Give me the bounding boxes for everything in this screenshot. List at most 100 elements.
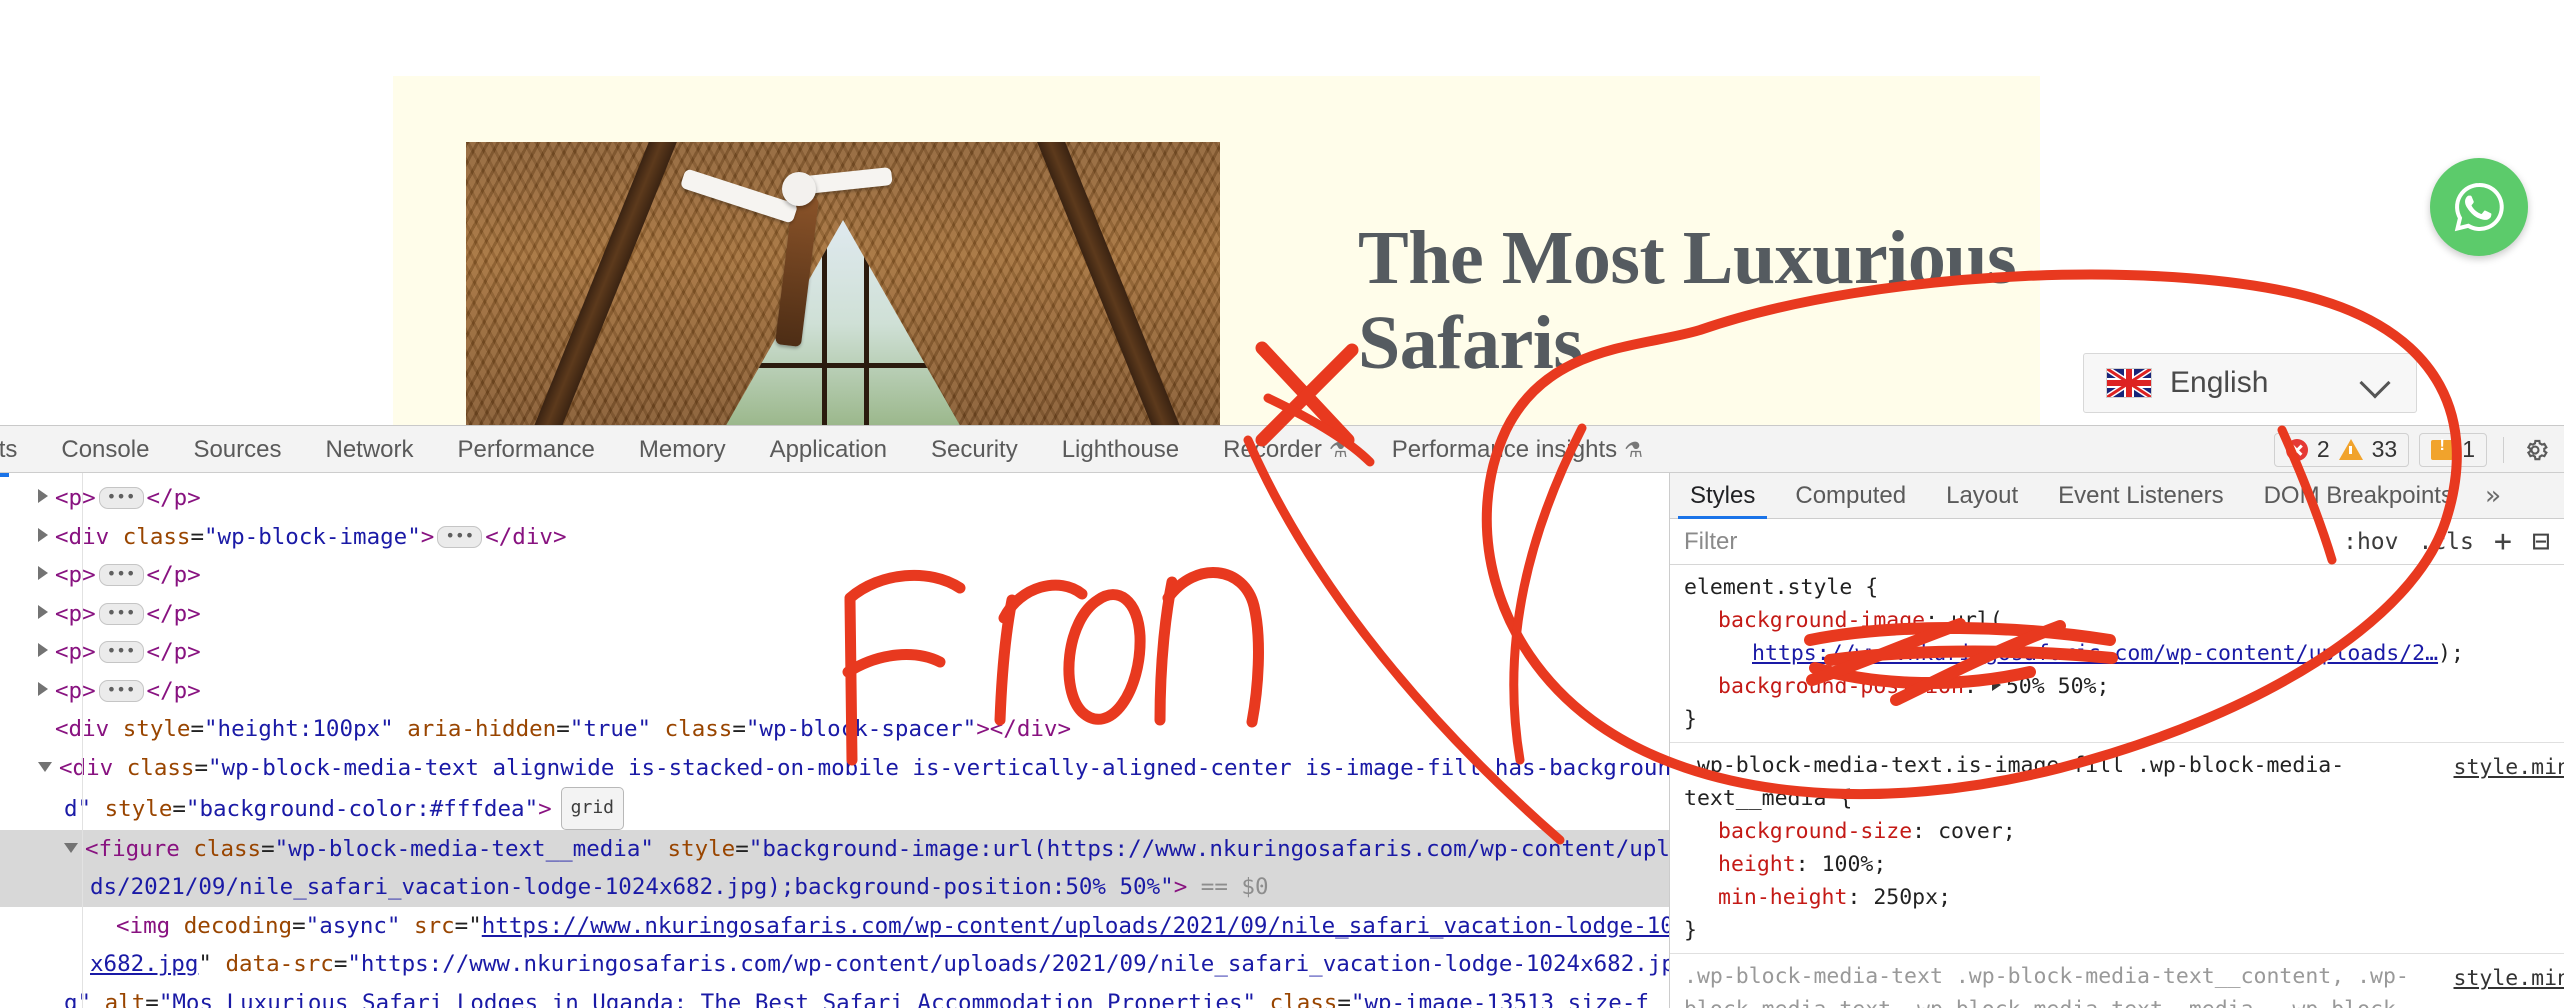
elements-dom-tree[interactable]: <p> ••• </p> <div class="wp-block-image"> •… bbox=[0, 473, 1670, 1008]
beaker-icon: ⚗ bbox=[1624, 438, 1643, 462]
css-declaration[interactable]: height: 100%; bbox=[1684, 848, 2564, 881]
language-switcher[interactable]: English bbox=[2083, 353, 2417, 413]
ceiling-fan-hub bbox=[782, 172, 816, 206]
tag-open: <p> bbox=[55, 639, 96, 665]
tab-console[interactable]: Console bbox=[39, 426, 171, 473]
property-value[interactable]: url( bbox=[1951, 608, 2003, 633]
info-icon bbox=[2431, 437, 2454, 460]
error-warning-counters[interactable]: 2 33 bbox=[2273, 432, 2410, 467]
property-value[interactable]: 100%; bbox=[1822, 852, 1887, 877]
grid-badge[interactable]: grid bbox=[560, 787, 625, 830]
tab-application[interactable]: Application bbox=[748, 426, 909, 473]
dom-line-img[interactable]: <img decoding="async" src="https://www.n… bbox=[0, 907, 1669, 946]
chevrons-right-icon[interactable]: » bbox=[2473, 481, 2513, 511]
collapsed-content-icon[interactable]: ••• bbox=[98, 679, 144, 702]
attr-name: class bbox=[193, 835, 262, 862]
css-rule-media-text-content[interactable]: style.min .wp-block-media-text .wp-block… bbox=[1670, 954, 2564, 1008]
src-link[interactable]: https://www.nkuringosafaris.com/wp-conte… bbox=[482, 913, 1669, 939]
whatsapp-float-button[interactable] bbox=[2430, 158, 2528, 256]
stylesheet-source-link[interactable]: style.min bbox=[2454, 962, 2564, 995]
tag-open: <img bbox=[116, 912, 171, 939]
selected-dom-node[interactable]: <figure class="wp-block-media-text__medi… bbox=[0, 829, 1670, 907]
rule-selector[interactable]: element.style { bbox=[1684, 571, 2564, 604]
css-declaration[interactable]: background-position: 50% 50%; bbox=[1684, 670, 2564, 703]
collapsed-content-icon[interactable]: ••• bbox=[98, 641, 144, 663]
attr-value: "wp-block-spacer" bbox=[745, 716, 977, 742]
expand-triangle-icon[interactable] bbox=[38, 566, 48, 580]
rule-selector[interactable]: .wp-block-media-text .wp-block-media-tex… bbox=[1684, 960, 2424, 1008]
attr-value-cont: g" bbox=[64, 989, 92, 1008]
property-name[interactable]: background-image bbox=[1718, 608, 1925, 633]
attr-name: src bbox=[414, 912, 455, 939]
tab-memory[interactable]: Memory bbox=[617, 426, 748, 473]
add-rule-button[interactable]: + bbox=[2494, 524, 2512, 559]
css-rule-element-style[interactable]: element.style { background-image: url( h… bbox=[1670, 565, 2564, 743]
src-link-cont[interactable]: x682.jpg bbox=[90, 951, 198, 977]
expand-triangle-icon[interactable] bbox=[38, 604, 48, 619]
dom-line-img-cont[interactable]: x682.jpg" data-src="https://www.nkuringo… bbox=[0, 945, 1669, 984]
property-name[interactable]: background-size bbox=[1718, 819, 1912, 844]
tab-lighthouse[interactable]: Lighthouse bbox=[1040, 426, 1201, 473]
css-declaration[interactable]: background-image: url( bbox=[1684, 604, 2564, 637]
attr-name: data-src bbox=[225, 951, 334, 977]
css-rule-media-text-media[interactable]: style.min .wp-block-media-text.is-image-… bbox=[1670, 743, 2564, 954]
property-value[interactable]: cover; bbox=[1938, 819, 2016, 844]
tab-recorder[interactable]: Recorder ⚗ bbox=[1201, 426, 1370, 473]
hov-toggle[interactable]: :hov bbox=[2343, 529, 2398, 555]
expand-triangle-icon[interactable] bbox=[38, 681, 48, 696]
tab-dom-breakpoints[interactable]: DOM Breakpoints bbox=[2244, 473, 2473, 519]
dom-line[interactable]: <div class="wp-block-image"> ••• </div> bbox=[0, 518, 1669, 557]
dom-line-spacer[interactable]: <div style="height:100px" aria-hidden="t… bbox=[0, 710, 1669, 749]
tab-security[interactable]: Security bbox=[909, 426, 1040, 473]
chevron-down-icon bbox=[2359, 367, 2391, 399]
tab-performance-insights[interactable]: Performance insights ⚗ bbox=[1370, 426, 1665, 473]
css-declaration[interactable]: min-height: 250px; bbox=[1684, 881, 2564, 914]
tab-performance[interactable]: Performance bbox=[436, 426, 617, 473]
tab-elements[interactable]: ents bbox=[0, 426, 39, 473]
dom-line[interactable]: <p> ••• </p> bbox=[0, 633, 1669, 672]
styles-tools: :hov .cls + ⊟ bbox=[2343, 524, 2564, 559]
tab-styles[interactable]: Styles bbox=[1670, 473, 1775, 519]
rule-selector[interactable]: .wp-block-media-text.is-image-fill .wp-b… bbox=[1684, 749, 2414, 815]
tab-sources[interactable]: Sources bbox=[171, 426, 303, 473]
toolbar-divider bbox=[2503, 436, 2504, 463]
tab-network[interactable]: Network bbox=[303, 426, 435, 473]
dom-line[interactable]: <p> ••• </p> bbox=[0, 479, 1669, 518]
collapsed-content-icon[interactable]: ••• bbox=[98, 487, 144, 509]
dom-line-media-text[interactable]: <div class="wp-block-media-text alignwid… bbox=[0, 749, 1669, 788]
dom-line[interactable]: <p> ••• </p> bbox=[0, 672, 1669, 711]
property-value[interactable]: 50% 50%; bbox=[2006, 674, 2110, 699]
tab-event-listeners[interactable]: Event Listeners bbox=[2038, 473, 2243, 519]
filter-input[interactable]: Filter bbox=[1684, 528, 2343, 556]
gear-icon[interactable] bbox=[2520, 435, 2550, 465]
attr-value: "background-image:url(https://www.nkurin… bbox=[748, 835, 1670, 862]
expand-arrow-icon[interactable] bbox=[1991, 679, 2001, 691]
expand-triangle-icon[interactable] bbox=[38, 489, 48, 503]
collapse-triangle-icon[interactable] bbox=[38, 761, 52, 772]
new-style-rule-button[interactable]: ⊟ bbox=[2532, 524, 2550, 559]
collapsed-content-icon[interactable]: ••• bbox=[437, 525, 483, 548]
info-counter[interactable]: 1 bbox=[2419, 432, 2487, 467]
dom-line-img-cont2[interactable]: g" alt="Mos Luxurious Safari Lodges in U… bbox=[0, 984, 1669, 1008]
styles-sidebar[interactable]: Styles Computed Layout Event Listeners D… bbox=[1670, 473, 2564, 1008]
dom-line[interactable]: <p> ••• </p> bbox=[0, 556, 1669, 595]
property-name[interactable]: height bbox=[1718, 852, 1796, 877]
property-name[interactable]: background-position bbox=[1718, 674, 1964, 699]
css-declaration-url[interactable]: https://www.nkuringosafaris.com/wp-conte… bbox=[1684, 637, 2564, 670]
dom-line-media-text-cont[interactable]: d" style="background-color:#fffdea"> grid bbox=[0, 787, 1669, 830]
tag-close: </p> bbox=[146, 562, 201, 588]
cls-toggle[interactable]: .cls bbox=[2418, 529, 2473, 555]
collapse-triangle-icon[interactable] bbox=[64, 842, 78, 853]
tab-computed[interactable]: Computed bbox=[1775, 473, 1926, 519]
collapsed-content-icon[interactable]: ••• bbox=[98, 564, 144, 586]
dom-line[interactable]: <p> ••• </p> bbox=[0, 595, 1669, 634]
expand-triangle-icon[interactable] bbox=[38, 527, 48, 542]
collapsed-content-icon[interactable]: ••• bbox=[98, 602, 144, 625]
property-value[interactable]: 250px; bbox=[1873, 885, 1951, 910]
property-name[interactable]: min-height bbox=[1718, 885, 1847, 910]
stylesheet-source-link[interactable]: style.min bbox=[2454, 751, 2564, 784]
background-image-url-link[interactable]: https://www.nkuringosafaris.com/wp-conte… bbox=[1752, 641, 2438, 666]
css-declaration[interactable]: background-size: cover; bbox=[1684, 815, 2564, 848]
tab-layout[interactable]: Layout bbox=[1926, 473, 2038, 519]
expand-triangle-icon[interactable] bbox=[38, 643, 48, 657]
